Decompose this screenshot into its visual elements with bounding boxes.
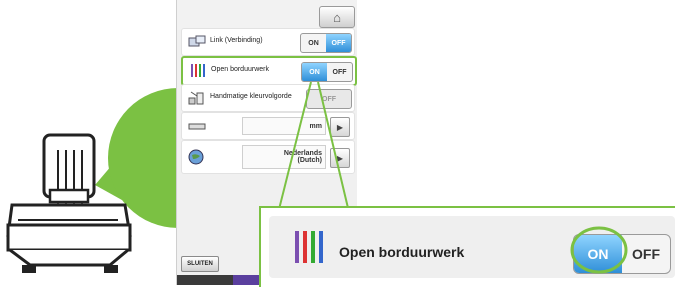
setting-row-link: Link (Verbinding) ON OFF [181,28,355,56]
setting-row-units: mm ▶ [181,112,355,140]
units-value: mm [242,117,326,135]
needles-icon [295,231,323,263]
language-line-1: Nederlands [283,150,322,157]
embroidery-machine-illustration [6,82,200,273]
home-button[interactable]: ⌂ [319,6,355,28]
setting-row-manual-color: Handmatige kleurvolgorde OFF [181,84,355,112]
next-arrow-button[interactable]: ▶ [330,148,350,168]
home-icon: ⌂ [333,9,341,25]
needles-icon [191,64,205,77]
off-button[interactable]: OFF [327,63,352,81]
on-button[interactable]: ON [302,63,327,81]
highlight-ring [570,226,628,274]
setting-row-open-embroidery: Open borduurwerk ON OFF [181,56,357,86]
link-icon [188,35,206,47]
machine-base [9,248,129,267]
link-toggle[interactable]: ON OFF [300,33,352,53]
setting-label: Link (Verbinding) [210,37,263,44]
off-button[interactable]: OFF [326,34,351,52]
callout-label: Open borduurwerk [339,244,465,260]
setting-label: Open borduurwerk [211,66,269,73]
globe-icon [188,149,204,165]
callout-row: Open borduurwerk ON OFF [269,216,675,278]
ruler-icon [188,123,206,130]
needle-head [42,133,96,199]
setting-row-language: Nederlands (Dutch) ▶ [181,140,355,174]
open-embroidery-toggle[interactable]: ON OFF [301,62,353,82]
next-arrow-button[interactable]: ▶ [330,117,350,137]
manual-color-toggle[interactable]: OFF [306,89,352,109]
off-button[interactable]: OFF [307,90,351,108]
color-order-icon [188,91,204,105]
close-button[interactable]: SLUITEN [181,256,219,272]
setting-label: Handmatige kleurvolgorde [210,93,292,100]
language-value: Nederlands (Dutch) [242,145,326,169]
language-line-2: (Dutch) [297,157,323,164]
zoom-callout: Open borduurwerk ON OFF [259,206,675,287]
off-button[interactable]: OFF [622,235,670,273]
on-button[interactable]: ON [301,34,326,52]
